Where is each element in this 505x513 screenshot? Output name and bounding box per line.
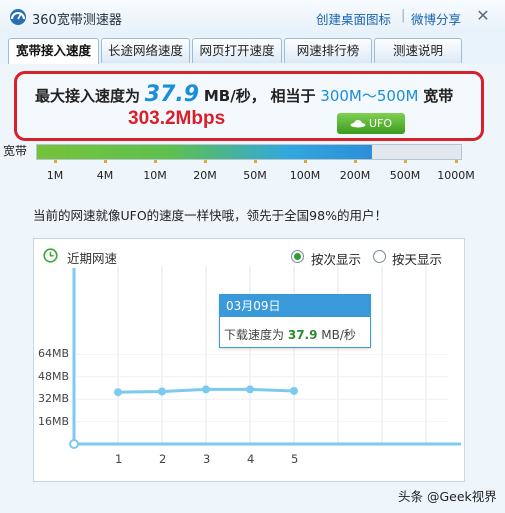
scale-label: 1M (46, 169, 64, 182)
scale-label: 200M (339, 169, 371, 182)
app-title: 360宽带测速器 (32, 13, 122, 28)
scale-label: 10M (143, 169, 167, 182)
scale-label: 20M (193, 169, 217, 182)
data-point (114, 388, 122, 397)
scale-tick (354, 160, 357, 163)
tab-ranking[interactable]: 网速排行榜 (284, 38, 372, 63)
scale-tick (455, 160, 458, 163)
tab-help[interactable]: 测速说明 (374, 38, 462, 63)
scale-tick (254, 160, 257, 163)
scale-label: 50M (243, 169, 267, 182)
scale-tick (404, 160, 407, 163)
scale-tick (154, 160, 157, 163)
data-point (290, 386, 298, 395)
y-tick-label: 48MB (38, 369, 70, 383)
data-point (246, 385, 254, 394)
ufo-badge: UFO (337, 113, 405, 134)
bandwidth-suffix: 宽带 (423, 87, 454, 105)
speed-progress-fill (37, 145, 372, 159)
speed-equivalent-label: 相当于 (270, 87, 316, 105)
scale-label: 100M (289, 169, 321, 182)
bandwidth-bar-label: 宽带 (3, 144, 28, 158)
x-tick-label: 1 (115, 452, 123, 466)
tooltip-unit: MB/秒 (321, 328, 356, 342)
app-logo-icon (10, 9, 26, 25)
data-point (158, 387, 166, 396)
tab-access-speed[interactable]: 宽带接入速度 (8, 38, 99, 65)
speed-tooltip: 03月09日 下载速度为 37.9 MB/秒 (219, 294, 371, 348)
y-tick-label: 64MB (38, 347, 70, 361)
speed-history-chart (69, 266, 461, 449)
scale-label: 4M (96, 169, 114, 182)
watermark: 头条 @Geek视界 (398, 489, 497, 504)
tooltip-date: 03月09日 (220, 295, 370, 317)
scale-label: 1000M (437, 169, 475, 182)
y-tick-label: 16MB (38, 414, 70, 428)
tab-bar: 宽带接入速度 长途网络速度 网页打开速度 网速排行榜 测速说明 (0, 34, 505, 65)
ufo-icon (350, 120, 366, 128)
weibo-share-link[interactable]: 微博分享 (411, 9, 461, 28)
bandwidth-range: 300M～500M (320, 87, 419, 105)
axis-origin-point (69, 439, 79, 449)
comparison-text: 当前的网速就像UFO的速度一样快哦，领先于全国98%的用户！ (33, 208, 387, 223)
x-tick-label: 5 (291, 452, 299, 466)
scale-tick (54, 160, 57, 163)
scale-tick (204, 160, 207, 163)
mbps-value: 303.2Mbps (128, 108, 226, 129)
speed-result-line: 最大接入速度为 37.9 MB/秒， 相当于 300M～500M 宽带 (35, 82, 453, 107)
close-icon[interactable]: ✕ (474, 7, 492, 25)
x-tick-label: 3 (203, 452, 211, 466)
scale-tick (304, 160, 307, 163)
link-separator: | (401, 8, 406, 23)
create-shortcut-link[interactable]: 创建桌面图标 (316, 9, 391, 28)
speed-progress-bar (36, 144, 462, 160)
speed-value: 37.9 (144, 82, 200, 107)
y-tick-label: 32MB (38, 392, 70, 406)
x-tick-label: 2 (159, 452, 167, 466)
tooltip-body: 下载速度为 37.9 MB/秒 (224, 326, 356, 343)
tooltip-label: 下载速度为 (224, 328, 285, 342)
x-tick-label: 4 (247, 452, 255, 466)
speed-prefix: 最大接入速度为 (35, 87, 141, 105)
tab-webpage-speed[interactable]: 网页打开速度 (192, 38, 282, 63)
speed-unit: MB/秒， (203, 87, 266, 105)
tooltip-value: 37.9 (287, 328, 318, 342)
scale-tick (104, 160, 107, 163)
ufo-badge-label: UFO (368, 117, 393, 130)
tab-long-distance-speed[interactable]: 长途网络速度 (101, 38, 190, 63)
scale-label: 500M (389, 169, 421, 182)
data-point (202, 385, 210, 394)
